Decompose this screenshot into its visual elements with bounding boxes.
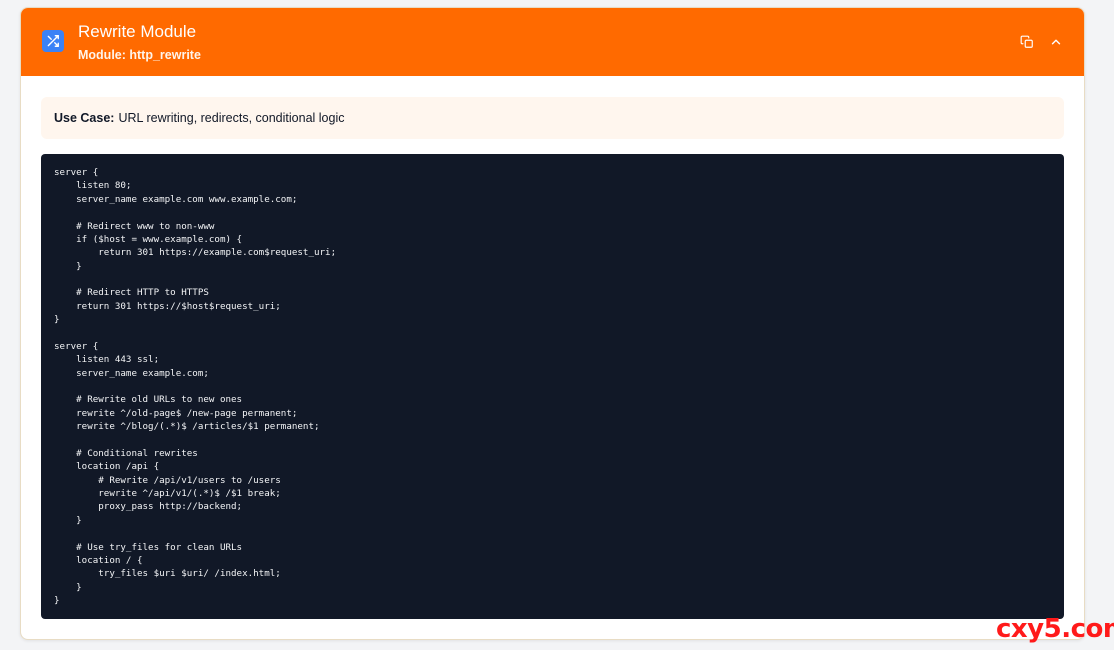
copy-icon: [1020, 35, 1033, 48]
module-header[interactable]: Rewrite Module Module: http_rewrite: [21, 8, 1084, 76]
code-block[interactable]: server { listen 80; server_name example.…: [41, 154, 1064, 619]
module-title: Rewrite Module: [78, 22, 197, 41]
copy-button[interactable]: [1019, 34, 1035, 50]
module-card: Rewrite Module Module: http_rewrite Use …: [20, 7, 1085, 640]
code-content: server { listen 80; server_name example.…: [54, 167, 337, 606]
watermark: cxy5.com: [996, 614, 1114, 644]
shuffle-icon: [42, 30, 64, 52]
module-subtitle: Module: http_rewrite: [78, 48, 201, 62]
collapse-button[interactable]: [1048, 34, 1064, 50]
use-case-label: Use Case:: [54, 111, 115, 125]
use-case-text: URL rewriting, redirects, conditional lo…: [118, 111, 345, 125]
use-case-box: Use Case: URL rewriting, redirects, cond…: [41, 97, 1064, 139]
chevron-up-icon: [1051, 39, 1061, 45]
